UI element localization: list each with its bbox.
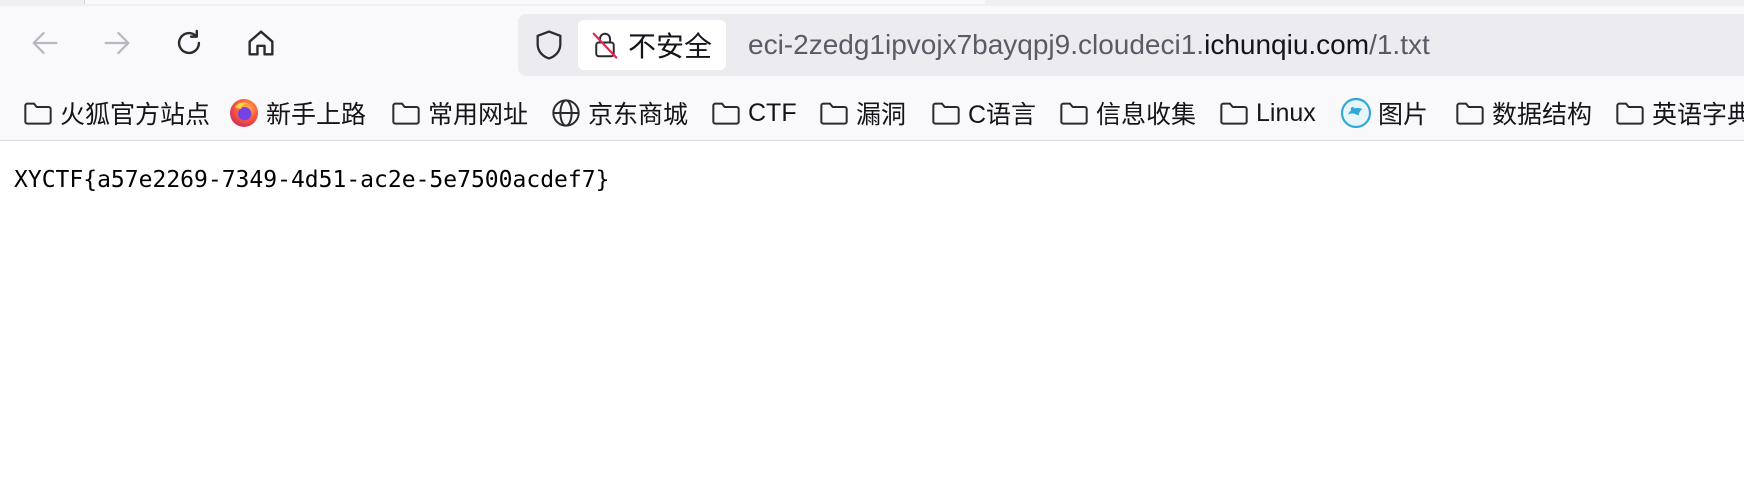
folder-icon (1060, 102, 1088, 125)
folder-icon (392, 102, 420, 125)
bookmark-label: 数据结构 (1492, 101, 1593, 129)
forward-button[interactable] (94, 20, 140, 66)
bookmark-linux[interactable]: Linux (1218, 86, 1316, 140)
bookmark-english-dictionary[interactable]: 英语字典 (1614, 86, 1744, 140)
bookmark-label: 京东商城 (588, 101, 689, 129)
bookmark-c-language[interactable]: C语言 (930, 86, 1036, 140)
plain-text-document: XYCTF{a57e2269-7349-4d51-ac2e-5e7500acde… (14, 167, 610, 193)
bookmark-label: 图片 (1378, 101, 1429, 129)
url-path: /1.txt (1369, 29, 1430, 60)
back-button[interactable] (22, 20, 68, 66)
folder-icon (24, 102, 52, 125)
navigation-toolbar: 不安全 eci-2zedg1ipvojx7bayqpj9.cloudeci1.i… (0, 6, 1744, 86)
bookmark-label: 信息收集 (1096, 101, 1197, 129)
insecure-lock-icon (592, 32, 618, 59)
bookmark-firefox-official[interactable]: 火狐官方站点 (22, 86, 210, 140)
bookmark-info-gathering[interactable]: 信息收集 (1058, 86, 1196, 140)
bookmark-label: 漏洞 (856, 101, 907, 129)
reload-icon (177, 29, 201, 55)
page-content: XYCTF{a57e2269-7349-4d51-ac2e-5e7500acde… (0, 141, 1744, 496)
folder-icon (820, 102, 848, 125)
active-tab-edge[interactable] (84, 0, 985, 4)
tracking-protection-shield-icon[interactable] (532, 28, 566, 62)
address-bar[interactable]: 不安全 eci-2zedg1ipvojx7bayqpj9.cloudeci1.i… (518, 14, 1744, 76)
bookmark-label: 新手上路 (266, 101, 367, 129)
bookmark-data-structures[interactable]: 数据结构 (1454, 86, 1592, 140)
arrow-left-icon (32, 31, 58, 55)
url-prefix: eci-2zedg1ipvojx7bayqpj9.cloudeci1. (748, 29, 1205, 60)
bookmark-common-sites[interactable]: 常用网址 (390, 86, 528, 140)
bookmark-label: Linux (1256, 98, 1316, 127)
bookmark-vulnerabilities[interactable]: 漏洞 (818, 86, 906, 140)
home-icon (248, 30, 274, 56)
bookmark-images[interactable]: 图片 (1340, 86, 1428, 140)
folder-icon (1220, 102, 1248, 125)
bookmark-label: 火狐官方站点 (60, 101, 211, 129)
folder-icon (1616, 102, 1644, 125)
bookmark-ctf[interactable]: CTF (710, 86, 797, 140)
folder-icon (1456, 102, 1484, 125)
url-domain: ichunqiu.com (1204, 29, 1370, 60)
url-text[interactable]: eci-2zedg1ipvojx7bayqpj9.cloudeci1.ichun… (748, 14, 1430, 76)
bookmark-label: C语言 (968, 101, 1037, 129)
connection-insecure-indicator[interactable]: 不安全 (578, 20, 727, 70)
reload-button[interactable] (166, 20, 212, 66)
bookmark-getting-started[interactable]: 新手上路 (228, 86, 366, 140)
bookmark-label: CTF (748, 98, 797, 127)
insecure-label: 不安全 (628, 31, 713, 62)
bookmark-jd-mall[interactable]: 京东商城 (550, 86, 688, 140)
folder-icon (932, 102, 960, 125)
firefox-icon (230, 99, 258, 127)
favicon-icon (1340, 97, 1372, 129)
folder-icon (712, 102, 740, 125)
bookmarks-toolbar: 火狐官方站点 新手上路 常用网址 京东商城 CTF 漏洞 C语言 信息收集 Li… (0, 86, 1744, 141)
bookmark-label: 常用网址 (428, 101, 529, 129)
bookmark-label: 英语字典 (1652, 101, 1744, 129)
home-button[interactable] (238, 20, 284, 66)
arrow-right-icon (104, 31, 130, 55)
globe-icon (552, 99, 580, 127)
